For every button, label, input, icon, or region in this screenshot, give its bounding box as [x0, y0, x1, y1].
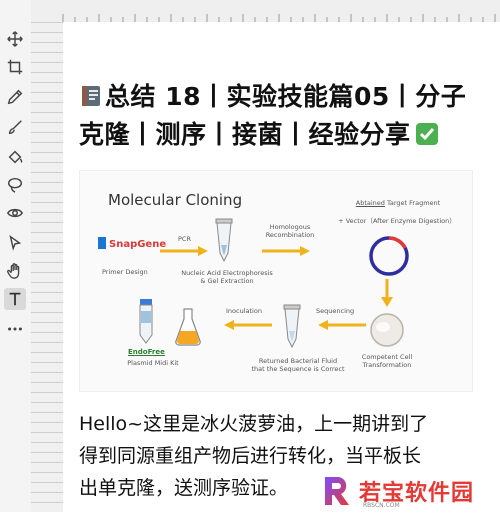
site-watermark: 若宝软件园 RBSCN.COM — [319, 468, 489, 514]
sequencing-tube-icon — [283, 304, 301, 349]
label-homologous-1: Homologous — [269, 223, 311, 231]
label-vector: + Vector（After Enzyme Digestion） — [338, 217, 456, 225]
check-mark-icon — [415, 123, 438, 145]
select-icon[interactable] — [4, 232, 26, 254]
label-pcr: PCR — [178, 235, 191, 243]
arrow-recombination-icon — [262, 246, 310, 256]
pcr-tube-icon — [215, 218, 233, 263]
label-target-fragment-text: Target Fragment — [384, 199, 441, 207]
label-competent-1: Competent Cell — [361, 353, 413, 361]
label-homologous: Homologous Recombination — [260, 223, 320, 239]
endofree-brand: EndoFree — [128, 348, 165, 356]
snapgene-text: SnapGene — [109, 239, 167, 250]
text-icon[interactable] — [4, 288, 26, 310]
arrow-pcr-icon — [160, 246, 208, 256]
label-inoculation: Inoculation — [226, 307, 262, 315]
watermark-logo-icon — [325, 477, 349, 505]
ruler-ticks — [62, 14, 496, 22]
label-returned-2: that the Sequence is Correct — [251, 365, 345, 373]
lasso-icon[interactable] — [4, 174, 26, 196]
molecular-cloning-figure: Molecular Cloning SnapGene Primer Design… — [79, 170, 473, 392]
label-electrophoresis-2: & Gel Extraction — [200, 277, 254, 285]
plasmid-icon — [369, 236, 409, 276]
label-competent-cell: Competent Cell Transformation — [352, 353, 422, 369]
vertical-ruler — [31, 22, 64, 512]
label-returned-1: Returned Bacterial Fluid — [258, 357, 338, 365]
label-electrophoresis-1: Nucleic Acid Electrophoresis — [181, 269, 273, 277]
tool-panel — [0, 0, 32, 512]
watermark-url: RBSCN.COM — [363, 502, 400, 509]
title-text-2: 克隆丨测序丨接菌丨经验分享 — [79, 120, 411, 149]
document-canvas[interactable]: 总结 18丨实验技能篇05丨分子 克隆丨测序丨接菌丨经验分享 Molecular… — [63, 22, 500, 512]
label-sequencing: Sequencing — [316, 307, 355, 315]
arrow-sequencing-icon — [318, 320, 366, 330]
competent-cell-icon — [370, 313, 404, 347]
move-icon[interactable] — [4, 28, 26, 50]
label-primer-design: Primer Design — [102, 268, 148, 276]
label-homologous-2: Recombination — [265, 231, 315, 239]
label-competent-2: Transformation — [362, 361, 412, 369]
horizontal-ruler — [31, 0, 500, 23]
culture-flask-icon — [175, 308, 201, 346]
crop-icon[interactable] — [4, 56, 26, 78]
snapgene-logo: SnapGene — [98, 237, 166, 250]
eyedropper-icon[interactable] — [4, 86, 26, 108]
label-abtained: Abtained — [355, 199, 385, 207]
label-electrophoresis: Nucleic Acid Electrophoresis & Gel Extra… — [172, 269, 282, 285]
centrifuge-tube-icon — [139, 299, 153, 344]
label-returned-fluid: Returned Bacterial Fluid that the Sequen… — [248, 357, 348, 373]
title-line-1: 总结 18丨实验技能篇05丨分子 — [79, 78, 489, 116]
title-text-1: 总结 18丨实验技能篇05丨分子 — [105, 82, 467, 111]
hand-icon[interactable] — [4, 260, 26, 282]
brush-icon[interactable] — [4, 116, 26, 138]
notebook-icon — [82, 86, 100, 106]
post-title: 总结 18丨实验技能篇05丨分子 克隆丨测序丨接菌丨经验分享 — [79, 78, 489, 154]
label-plasmid-kit: Plasmid Midi Kit — [127, 359, 179, 367]
arrow-down-icon — [381, 279, 393, 307]
snapgene-mark-icon — [98, 237, 106, 249]
body-line-1: Hello~这里是冰火菠萝油，上一期讲到了 — [79, 413, 429, 435]
more-icon[interactable] — [4, 318, 26, 340]
eye-icon[interactable] — [4, 202, 26, 224]
figure-title: Molecular Cloning — [108, 191, 243, 209]
fill-icon[interactable] — [4, 146, 26, 168]
label-target-fragment: Abtained Target Fragment — [338, 199, 458, 207]
arrow-inoculation-icon — [224, 320, 272, 330]
title-line-2: 克隆丨测序丨接菌丨经验分享 — [79, 116, 489, 154]
